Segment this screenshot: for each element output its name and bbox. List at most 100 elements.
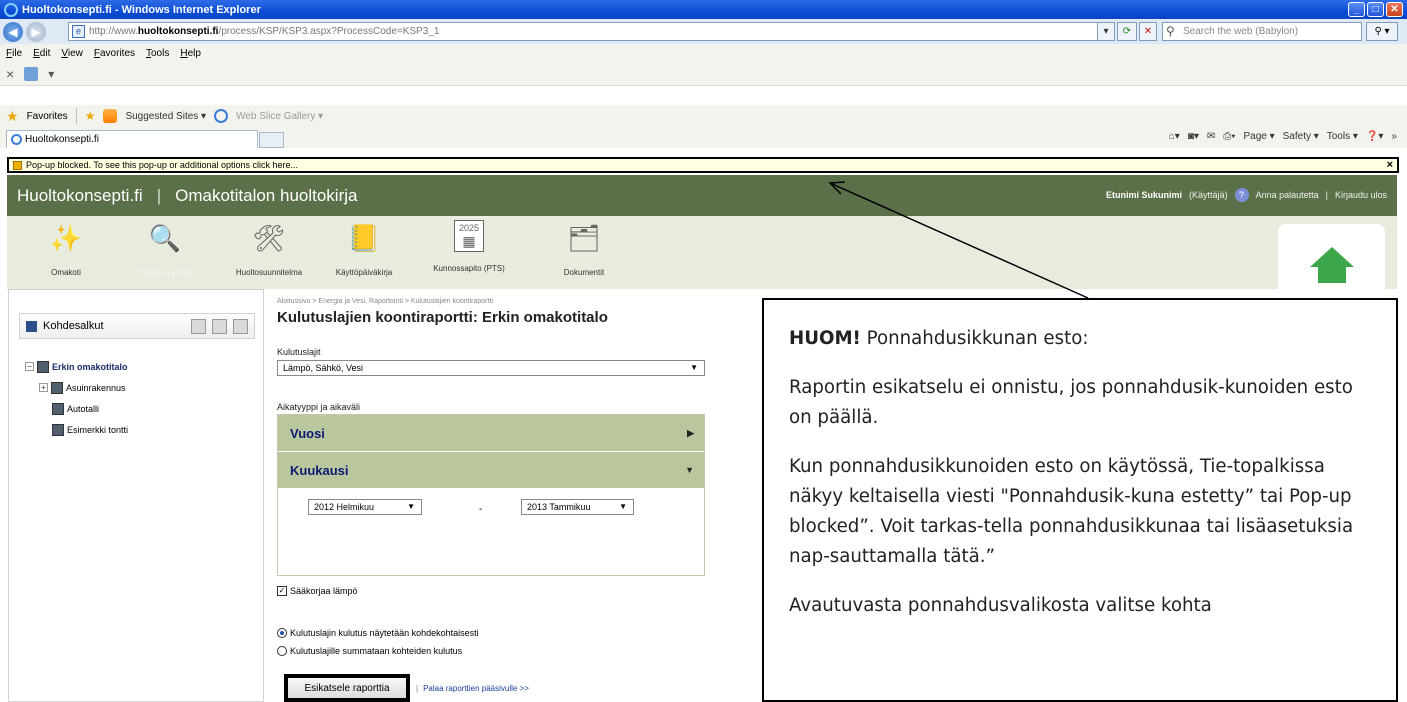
saakorjaa-checkbox[interactable]: ✓ (277, 586, 287, 596)
search-go-button[interactable]: ⚲ ▾ (1366, 22, 1398, 41)
stop-button[interactable]: ✕ (1139, 22, 1157, 41)
page-title: Kulutuslajien koontiraportti: Erkin omak… (277, 309, 608, 326)
radio-button[interactable] (277, 646, 287, 656)
nav-omakoti[interactable]: ✨ Omakoti (25, 220, 107, 278)
menu-favorites[interactable]: Favorites (94, 48, 135, 59)
help-icon[interactable]: ? (1234, 188, 1249, 202)
tree-item-esimerkki-tontti[interactable]: Esimerkki tontti (25, 419, 128, 440)
site-section-title: Omakotitalon huoltokirja (175, 185, 358, 205)
menu-view[interactable]: View (61, 48, 83, 59)
radio-label: Kulutuslajille summataan kohteiden kulut… (290, 646, 463, 656)
tab-page-icon (11, 134, 22, 145)
kulutuslajit-select[interactable]: Lämpö, Sähkö, Vesi ▼ (277, 360, 705, 376)
building-icon (52, 402, 64, 415)
tab-row: Huoltokonsepti.fi ⌂▾ ◙▾ ✉ ⎙▾ Page ▾ Safe… (0, 127, 1407, 148)
close-toolbar-icon[interactable]: × (6, 66, 14, 82)
radio-summed[interactable]: Kulutuslajille summataan kohteiden kulut… (277, 646, 462, 656)
feeds-icon[interactable]: ◙▾ (1188, 131, 1199, 142)
web-slice-gallery-link[interactable]: Web Slice Gallery ▾ (236, 111, 323, 122)
back-button[interactable]: ◀ (3, 21, 23, 42)
nav-dokumentit[interactable]: 🗂 Dokumentit (543, 220, 625, 278)
nav-kayttopaivakirja[interactable]: 📒 Käyttöpäiväkirja (323, 220, 405, 278)
nav-label: Energia ja Vesi (138, 268, 192, 277)
favorites-button[interactable]: Favorites (27, 111, 68, 122)
to-month-select[interactable]: 2013 Tammikuu ▼ (521, 499, 634, 515)
chevron-right-icon[interactable]: » (1391, 131, 1397, 142)
menu-help[interactable]: Help (180, 48, 201, 59)
forward-button[interactable]: ▶ (26, 21, 46, 42)
mail-icon[interactable]: ✉ (1207, 131, 1215, 142)
page-menu[interactable]: Page ▾ (1243, 131, 1274, 142)
logbook-icon: 📒 (347, 222, 381, 253)
saakorjaa-row[interactable]: ✓ Sääkorjaa lämpö (277, 586, 358, 596)
feedback-link[interactable]: Anna palautetta (1256, 190, 1319, 200)
logout-link[interactable]: Kirjaudu ulos (1335, 190, 1387, 200)
tab-huoltokonsepti[interactable]: Huoltokonsepti.fi (6, 130, 258, 148)
preview-report-button[interactable]: Esikatsele raporttia (284, 674, 410, 702)
safety-menu[interactable]: Safety ▾ (1283, 131, 1319, 142)
print-icon[interactable]: ⎙▾ (1223, 131, 1235, 142)
url-dropdown-button[interactable]: ▾ (1097, 22, 1115, 41)
tree-item-autotalli[interactable]: Autotalli (25, 398, 128, 419)
calendar-icon: 2025 ▦ (454, 220, 484, 252)
from-month-select[interactable]: 2012 Helmikuu ▼ (308, 499, 422, 515)
url-input[interactable]: e http://www. huoltokonsepti.fi/process/K… (68, 22, 1113, 41)
search-input[interactable]: ⚲ Search the web (Babylon) (1162, 22, 1362, 41)
chevron-right-icon: ▶ (687, 427, 694, 438)
nav-huoltosuunnitelma[interactable]: 🛠 Huoltosuunnitelma (228, 220, 310, 278)
add-favorite-icon[interactable]: ★ (85, 109, 96, 123)
radio-button[interactable] (277, 628, 287, 638)
help-icon[interactable]: ❓▾ (1366, 131, 1383, 142)
user-name: Etunimi Sukunimi (1106, 190, 1183, 200)
nav-energia-ja-vesi[interactable]: 🔍 Energia ja Vesi (124, 220, 206, 278)
report-form: Aloitussivu > Energia ja Vesi, Raportoin… (277, 289, 757, 702)
nav-label: Käyttöpäiväkirja (335, 268, 393, 277)
nav-kunnossapito[interactable]: 2025 ▦ Kunnossapito (PTS) (428, 220, 510, 273)
new-tab-button[interactable] (259, 132, 284, 148)
sidebar-header: Kohdesalkut (19, 313, 255, 339)
menu-tools[interactable]: Tools (146, 48, 169, 59)
collapse-icon[interactable]: − (25, 362, 34, 371)
accordion-vuosi[interactable]: Vuosi ▶ (278, 415, 704, 451)
nav-label: Kunnossapito (PTS) (433, 264, 505, 273)
edit-property-icon[interactable] (212, 319, 227, 334)
callout-heading-bold: HUOM! (789, 328, 861, 349)
kulutuslajit-value: Lämpö, Sähkö, Vesi (283, 363, 364, 373)
site-brand[interactable]: Huoltokonsepti.fi (17, 186, 143, 206)
popup-blocked-infobar[interactable]: Pop-up blocked. To see this pop-up or ad… (7, 157, 1399, 173)
chevron-down-icon: ▼ (619, 502, 627, 511)
add-property-icon[interactable] (191, 319, 206, 334)
callout-heading-rest: Ponnahdusikkunan esto: (860, 328, 1089, 349)
suggested-sites-link[interactable]: Suggested Sites ▾ (125, 111, 206, 122)
radio-per-target[interactable]: Kulutuslajin kulutus näytetään kohdekoht… (277, 628, 479, 638)
nav-label: Dokumentit (563, 268, 605, 277)
back-to-reports-link[interactable]: | Palaa raporttien pääsivulle >> (416, 684, 529, 693)
tree-item-asuinrakennus[interactable]: + Asuinrakennus (25, 377, 128, 398)
refresh-button[interactable]: ⟳ (1117, 22, 1137, 41)
favorites-bar: ★ Favorites ★ Suggested Sites ▾ Web Slic… (0, 105, 1407, 127)
nav-label: Huoltosuunnitelma (235, 268, 303, 277)
view-property-icon[interactable] (233, 319, 248, 334)
tree-item-erkin-omakotitalo[interactable]: − Erkin omakotitalo (25, 356, 128, 377)
toolbar-plugin-icon[interactable] (24, 66, 39, 81)
infobar-close-icon[interactable]: × (1387, 159, 1393, 171)
home-button[interactable] (1278, 224, 1385, 289)
tools-menu[interactable]: Tools ▾ (1327, 131, 1358, 142)
menu-edit[interactable]: Edit (33, 48, 50, 59)
sidebar-title: Kohdesalkut (43, 320, 104, 332)
accordion-kuukausi[interactable]: Kuukausi ▼ (278, 452, 704, 488)
home-icon[interactable]: ⌂▾ (1169, 131, 1180, 142)
close-window-button[interactable]: ✕ (1386, 2, 1403, 17)
menu-file[interactable]: File (6, 48, 22, 59)
expand-icon[interactable]: + (39, 383, 48, 392)
wrench-screwdriver-icon: 🛠 (252, 222, 286, 253)
maximize-button[interactable]: □ (1367, 2, 1384, 17)
toolbar-dropdown-icon[interactable]: ▾ (48, 67, 54, 81)
url-path: /process/KSP/KSP3.aspx?ProcessCode=KSP3_… (218, 26, 440, 37)
breadcrumb[interactable]: Aloitussivu > Energia ja Vesi, Raportoin… (277, 298, 493, 305)
to-month-value: 2013 Tammikuu (527, 502, 591, 512)
address-bar: ◀ ▶ e http://www. huoltokonsepti.fi/proce… (0, 19, 1407, 44)
menu-bar: File Edit View Favorites Tools Help (0, 44, 1407, 62)
minimize-button[interactable]: _ (1348, 2, 1365, 17)
tree-label: Esimerkki tontti (67, 424, 129, 435)
